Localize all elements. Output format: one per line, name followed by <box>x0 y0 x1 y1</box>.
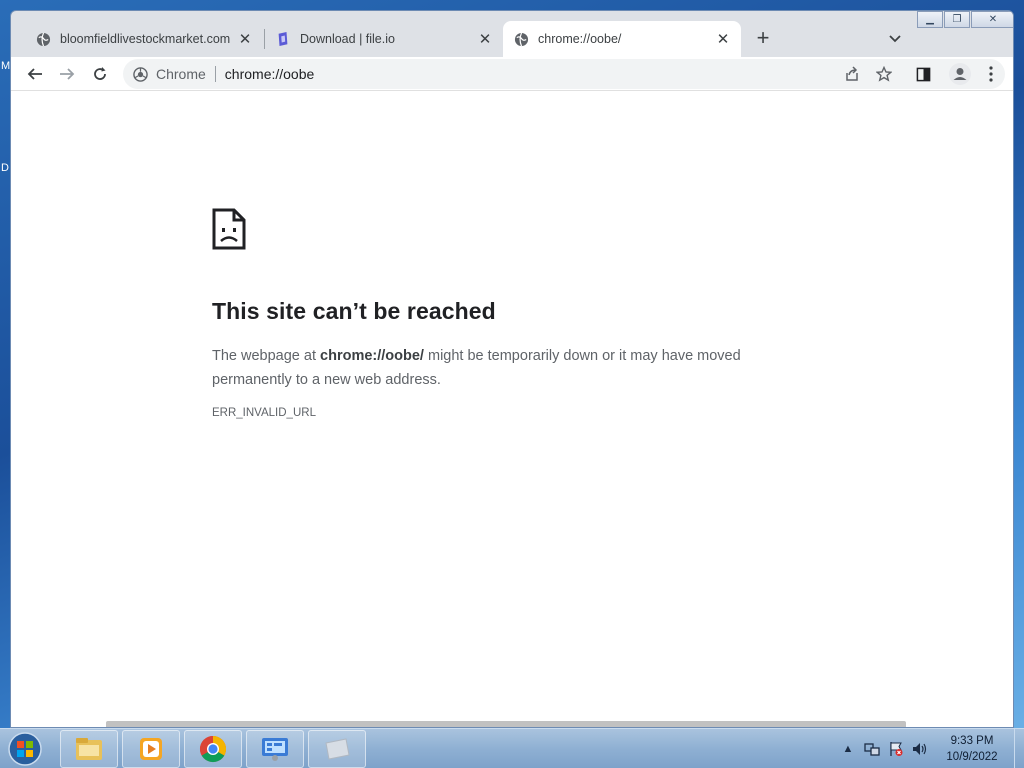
back-arrow-icon <box>27 68 42 80</box>
reload-button[interactable] <box>88 62 112 86</box>
globe-icon <box>513 31 529 47</box>
window-controls: ▁ ❐ ✕ <box>916 11 1013 28</box>
clock-time: 9:33 PM <box>950 735 994 747</box>
network-icon[interactable] <box>864 741 880 757</box>
taskbar-blank-app[interactable] <box>308 730 366 768</box>
site-info[interactable]: Chrome <box>123 66 206 82</box>
forward-arrow-icon <box>60 68 75 80</box>
windows-orb-icon <box>8 732 42 766</box>
blank-app-icon <box>325 738 350 760</box>
browser-window: bloomfieldlivestockmarket.com ✕ Download… <box>10 10 1014 728</box>
taskbar-control-panel[interactable] <box>246 730 304 768</box>
show-desktop-button[interactable] <box>1014 729 1024 768</box>
close-tab-icon[interactable]: ✕ <box>237 31 253 48</box>
volume-icon[interactable] <box>912 741 928 757</box>
tab-title: chrome://oobe/ <box>538 32 622 46</box>
reload-icon <box>94 67 106 80</box>
toolbar: Chrome chrome://oobe <box>11 57 1013 91</box>
control-panel-icon <box>262 738 288 761</box>
maximize-button[interactable]: ❐ <box>944 11 970 28</box>
start-button[interactable] <box>4 730 46 768</box>
system-tray: ▲ <box>840 729 936 768</box>
media-player-icon <box>140 738 162 760</box>
action-center-flag-icon[interactable] <box>888 741 904 757</box>
chevron-down-icon[interactable] <box>884 28 906 50</box>
page-content: This site can’t be reached The webpage a… <box>11 91 1013 727</box>
tab-title: bloomfieldlivestockmarket.com <box>60 32 231 46</box>
taskbar-media-player[interactable] <box>122 730 180 768</box>
tab-strip: bloomfieldlivestockmarket.com ✕ Download… <box>11 11 1013 57</box>
clock-date: 10/9/2022 <box>946 751 998 763</box>
taskbar-chrome[interactable] <box>184 730 242 768</box>
site-label: Chrome <box>156 66 206 82</box>
address-bar[interactable]: Chrome chrome://oobe <box>123 59 1005 89</box>
tab-bloomfield[interactable]: bloomfieldlivestockmarket.com ✕ <box>25 21 263 57</box>
error-description: The webpage at chrome://oobe/ might be t… <box>212 344 792 392</box>
error-url: chrome://oobe/ <box>320 348 424 364</box>
profile-avatar-icon[interactable] <box>949 63 971 85</box>
share-icon[interactable] <box>844 66 860 82</box>
chrome-icon <box>199 735 227 763</box>
fileio-icon <box>275 31 291 47</box>
show-hidden-icons-icon[interactable]: ▲ <box>840 741 856 757</box>
close-window-button[interactable]: ✕ <box>971 11 1013 28</box>
kebab-menu-icon[interactable] <box>989 66 993 82</box>
explorer-icon <box>76 738 102 760</box>
close-tab-icon[interactable]: ✕ <box>715 31 731 48</box>
close-tab-icon[interactable]: ✕ <box>477 31 493 48</box>
url-text[interactable]: chrome://oobe <box>225 66 315 82</box>
tab-chrome-oobe[interactable]: chrome://oobe/ ✕ <box>503 21 741 57</box>
tab-title: Download | file.io <box>300 32 395 46</box>
chrome-icon <box>133 66 148 82</box>
taskbar: ▲ 9:33 PM 10/9/2022 <box>0 728 1024 768</box>
new-tab-button[interactable]: + <box>751 25 775 50</box>
error-title: This site can’t be reached <box>212 298 496 324</box>
minimize-button[interactable]: ▁ <box>917 11 943 28</box>
horizontal-scrollbar[interactable] <box>106 721 906 727</box>
globe-icon <box>35 31 51 47</box>
tab-fileio[interactable]: Download | file.io ✕ <box>265 21 503 57</box>
side-panel-icon[interactable] <box>916 67 931 82</box>
omnibox-divider <box>214 66 216 82</box>
error-text: The webpage at <box>212 348 321 364</box>
desktop-icon-label: D <box>1 162 9 174</box>
star-icon[interactable] <box>876 66 892 82</box>
sad-document-icon <box>212 208 246 255</box>
taskbar-explorer[interactable] <box>60 730 118 768</box>
error-code: ERR_INVALID_URL <box>212 407 316 419</box>
desktop-icon-label: M <box>1 60 11 72</box>
forward-button[interactable] <box>55 62 79 86</box>
back-button[interactable] <box>23 62 47 86</box>
clock[interactable]: 9:33 PM 10/9/2022 <box>930 733 1014 765</box>
